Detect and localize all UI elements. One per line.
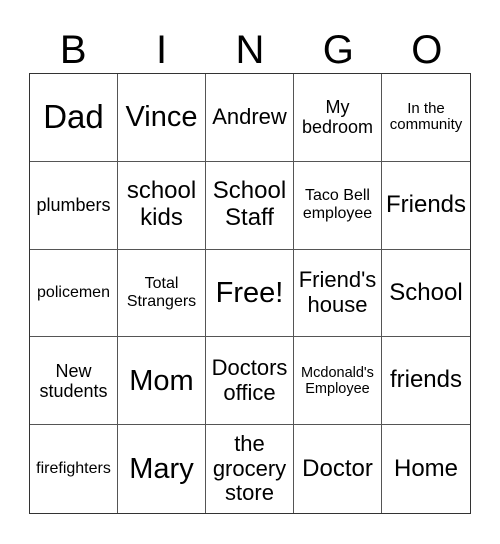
bingo-cell[interactable]: Vince <box>118 74 206 162</box>
header-letter-n: N <box>235 28 265 72</box>
bingo-cell[interactable]: New students <box>30 337 118 426</box>
bingo-cell[interactable]: My bedroom <box>294 74 382 162</box>
free-space-cell[interactable]: Free! <box>206 249 294 338</box>
bingo-cell[interactable]: firefighters <box>30 425 118 513</box>
bingo-cell[interactable]: Mom <box>118 337 206 426</box>
bingo-cell[interactable]: the grocery store <box>206 425 294 513</box>
bingo-cell[interactable]: Andrew <box>206 74 294 162</box>
bingo-cell[interactable]: school kids <box>118 161 206 250</box>
header-letter-i: I <box>156 28 168 72</box>
header-letter-o: O <box>411 28 443 72</box>
bingo-cell[interactable]: Doctor <box>294 425 382 513</box>
bingo-cell[interactable]: Mary <box>118 425 206 513</box>
bingo-cell[interactable]: Total Strangers <box>118 249 206 338</box>
header-letter-b: B <box>59 28 87 72</box>
bingo-cell[interactable]: Dad <box>30 74 118 162</box>
bingo-cell[interactable]: Friend's house <box>294 249 382 338</box>
bingo-cell[interactable]: Friends <box>382 162 470 250</box>
bingo-cell[interactable]: School Staff <box>206 161 294 250</box>
bingo-cell[interactable]: In the community <box>382 74 470 162</box>
bingo-cell[interactable]: Doctors office <box>206 337 294 426</box>
bingo-cell[interactable]: School <box>382 250 470 338</box>
bingo-cell[interactable]: Home <box>382 425 470 513</box>
bingo-cell[interactable]: policemen <box>30 249 118 338</box>
bingo-cell[interactable]: Taco Bell employee <box>294 161 382 250</box>
bingo-cell[interactable]: plumbers <box>30 161 118 250</box>
bingo-cell[interactable]: Mcdonald's Employee <box>294 337 382 426</box>
bingo-cell[interactable]: friends <box>382 337 470 426</box>
bingo-header: B I N G O <box>29 28 471 73</box>
header-letter-g: G <box>322 28 354 72</box>
bingo-grid: Dad Vince Andrew My bedroom In the community… <box>29 73 471 514</box>
